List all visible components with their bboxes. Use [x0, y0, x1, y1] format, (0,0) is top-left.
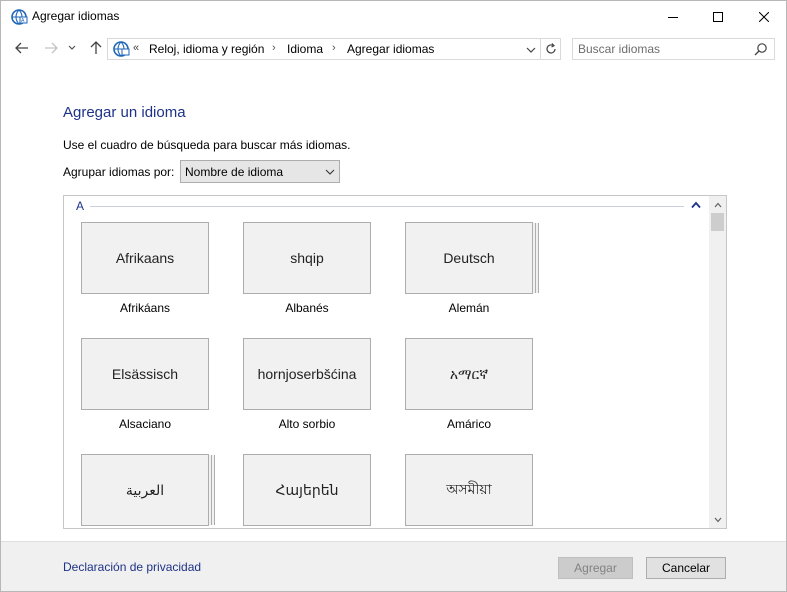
scroll-down-button[interactable] [709, 511, 726, 528]
page-title: Agregar un idioma [63, 104, 186, 121]
back-button[interactable] [12, 38, 32, 58]
language-caption: Alto sorbio [278, 417, 336, 431]
language-tile-alsatian[interactable]: Elsässisch [81, 338, 209, 410]
address-dropdown-button[interactable] [524, 43, 538, 57]
language-tile-amharic[interactable]: አማርኛ [405, 338, 533, 410]
language-caption: Albanés [285, 301, 329, 315]
group-header-letter[interactable]: A [76, 199, 84, 213]
breadcrumb-overflow[interactable]: « [133, 42, 139, 54]
language-caption: Alsaciano [118, 417, 172, 431]
language-tile-german[interactable]: Deutsch [405, 222, 533, 294]
language-caption: Afrikáans [119, 301, 171, 315]
maximize-icon [713, 11, 723, 22]
page-description: Use el cuadro de búsqueda para buscar má… [63, 138, 351, 152]
language-globe-icon: A [11, 9, 28, 25]
search-input[interactable] [578, 41, 748, 57]
language-tile-afrikaans[interactable]: Afrikaans [81, 222, 209, 294]
scroll-up-button[interactable] [709, 196, 726, 213]
add-button[interactable]: Agregar [558, 557, 633, 579]
refresh-icon [545, 43, 556, 54]
minimize-button[interactable] [650, 1, 696, 32]
language-tile-albanian[interactable]: shqip [243, 222, 371, 294]
language-caption: Amárico [446, 417, 491, 431]
language-tile-assamese[interactable]: অসমীয়া [405, 454, 533, 526]
address-bar[interactable]: « Reloj, idioma y región › Idioma › Agre… [107, 38, 541, 60]
language-tile-upper-sorbian[interactable]: hornjoserbšćina [243, 338, 371, 410]
chevron-down-icon [68, 45, 76, 50]
language-globe-icon [113, 41, 130, 57]
chevron-down-icon [526, 47, 536, 53]
breadcrumb-separator-icon[interactable]: › [332, 42, 336, 54]
chevron-up-icon[interactable] [691, 201, 701, 209]
breadcrumb-item-agregar-idiomas[interactable]: Agregar idiomas [347, 42, 434, 56]
group-by-value: Nombre de idioma [185, 165, 284, 179]
language-tile-arabic[interactable]: العربية [81, 454, 209, 526]
search-box[interactable] [572, 38, 775, 60]
arrow-left-icon [15, 42, 28, 54]
group-by-select[interactable]: Nombre de idioma [180, 160, 340, 183]
minimize-icon [668, 16, 678, 18]
cancel-button[interactable]: Cancelar [646, 557, 726, 579]
navigation-bar: « Reloj, idioma y región › Idioma › Agre… [1, 32, 786, 65]
close-icon [759, 11, 769, 22]
arrow-right-icon [45, 42, 58, 54]
scrollbar-thumb[interactable] [711, 213, 724, 231]
language-tile-armenian[interactable]: Հայերեն [243, 454, 371, 526]
vertical-scrollbar[interactable] [709, 196, 726, 528]
chevron-down-icon [714, 517, 721, 522]
add-languages-window: A Agregar idiomas « Reloj, idioma y regi… [0, 0, 787, 592]
window-title: Agregar idiomas [32, 9, 120, 23]
language-list: A Afrikaans Afrikáans shqip Albanés Deut… [63, 195, 727, 529]
up-button[interactable] [86, 38, 106, 58]
svg-text:A: A [21, 18, 25, 24]
chevron-up-icon [714, 202, 721, 207]
chevron-down-icon [325, 169, 335, 175]
privacy-statement-link[interactable]: Declaración de privacidad [63, 560, 201, 574]
close-button[interactable] [741, 1, 787, 32]
breadcrumb-item-idioma[interactable]: Idioma [287, 42, 323, 56]
dialog-footer: Declaración de privacidad Agregar Cancel… [1, 541, 786, 591]
breadcrumb-separator-icon[interactable]: › [272, 42, 276, 54]
title-bar: A Agregar idiomas [1, 1, 786, 32]
group-header-divider [90, 206, 684, 207]
maximize-button[interactable] [695, 1, 741, 32]
breadcrumb-item-reloj[interactable]: Reloj, idioma y región [149, 42, 264, 56]
language-caption: Alemán [448, 301, 490, 315]
search-icon[interactable] [754, 42, 768, 56]
group-by-label: Agrupar idiomas por: [63, 165, 175, 179]
recent-locations-button[interactable] [65, 38, 79, 58]
arrow-up-icon [90, 41, 102, 54]
forward-button[interactable] [41, 38, 61, 58]
refresh-button[interactable] [541, 38, 561, 60]
